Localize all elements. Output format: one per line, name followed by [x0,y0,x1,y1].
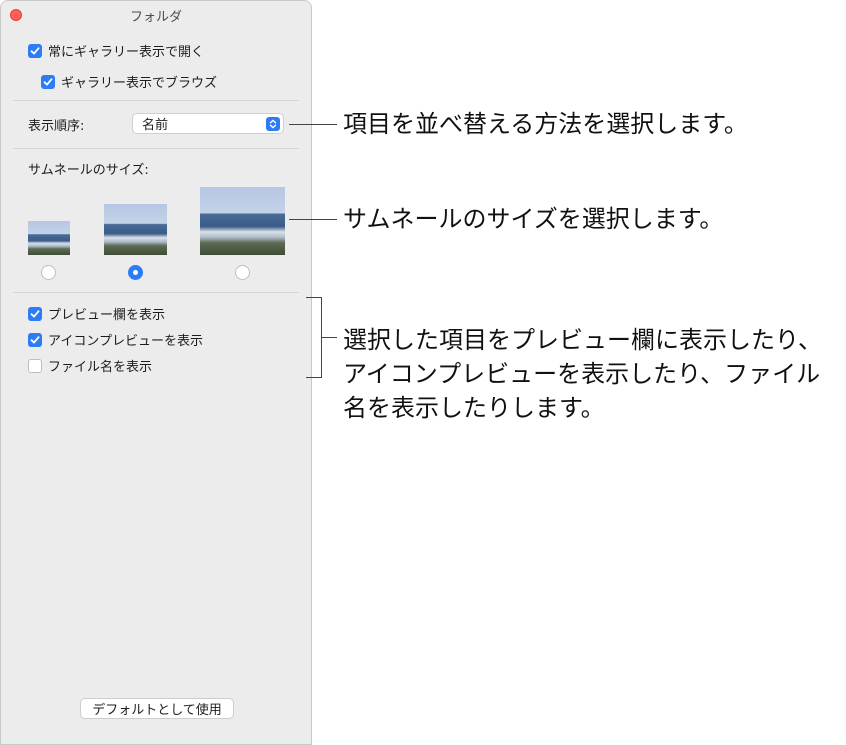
callout-bracket-display [306,297,322,378]
thumbnail-small-radio[interactable] [41,265,56,280]
chevron-up-down-icon [266,117,280,131]
sort-order-select[interactable]: 名前 [132,113,284,134]
show-file-name-checkbox[interactable]: ファイル名を表示 [28,356,152,375]
window-title: フォルダ [129,10,182,25]
callout-display-line-1: 選択した項目をプレビュー欄に表示したり、 [343,326,823,354]
use-as-defaults-button[interactable]: デフォルトとして使用 [80,698,234,719]
sort-order-label: 表示順序: [28,119,85,134]
title-bar: フォルダ [1,1,311,29]
checkmark-icon [28,306,42,321]
always-open-gallery-label: 常にギャラリー表示で開く [48,45,205,60]
show-file-name-label: ファイル名を表示 [48,360,153,375]
callout-sort: 項目を並べ替える方法を選択します。 [343,110,748,138]
thumbnail-large-radio[interactable] [235,265,250,280]
show-icon-preview-checkbox[interactable]: アイコンプレビューを表示 [28,330,203,349]
checkmark-icon [41,74,55,89]
unchecked-box-icon [28,358,42,373]
show-preview-pane-label: プレビュー欄を表示 [48,308,166,323]
show-preview-pane-checkbox[interactable]: プレビュー欄を表示 [28,304,165,323]
sort-order-value: 名前 [142,118,169,133]
divider [13,100,299,101]
divider [13,292,299,293]
show-icon-preview-label: アイコンプレビューを表示 [48,334,203,349]
browse-gallery-checkbox[interactable]: ギャラリー表示でブラウズ [41,72,217,91]
browse-gallery-label: ギャラリー表示でブラウズ [61,76,218,91]
thumbnail-medium-image[interactable] [104,204,167,255]
always-open-gallery-checkbox[interactable]: 常にギャラリー表示で開く [28,41,204,60]
callout-thumb: サムネールのサイズを選択します。 [343,205,724,233]
thumbnail-medium-radio[interactable] [128,265,143,280]
thumbnail-size-label: サムネールのサイズ: [28,163,149,178]
divider [13,148,299,149]
folder-settings-window: フォルダ 常にギャラリー表示で開く ギャラリー表示でブラウズ 表示順序: 名前 … [0,0,312,745]
callout-line-display [322,337,337,338]
callout-display-line-2: アイコンプレビューを表示したり、ファイル [343,360,821,388]
thumbnail-small-image[interactable] [28,221,70,255]
callout-line-thumb [289,219,337,220]
callout-line-sort [289,124,337,125]
thumbnail-large-image[interactable] [200,187,285,255]
checkmark-icon [28,43,42,58]
checkmark-icon [28,332,42,347]
callout-display-line-3: 名を表示したりします。 [343,394,605,422]
